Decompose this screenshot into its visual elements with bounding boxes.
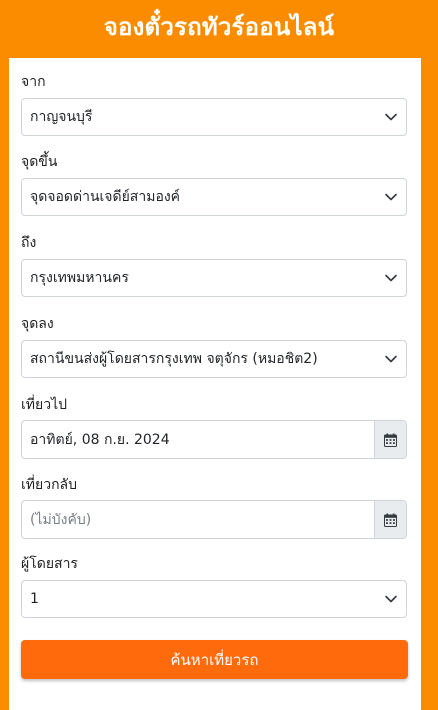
calendar-icon bbox=[384, 513, 397, 527]
depart-date-group bbox=[21, 420, 407, 459]
from-select-value: กาญจนบุรี bbox=[30, 109, 93, 125]
boarding-select-value: จุดจอดด่านเจดีย์สามองค์ bbox=[30, 189, 181, 205]
return-calendar-button[interactable] bbox=[374, 501, 406, 538]
depart-label: เที่ยวไป bbox=[21, 397, 68, 413]
passengers-select[interactable]: 1 bbox=[21, 580, 407, 618]
depart-date-input[interactable] bbox=[22, 421, 377, 458]
search-trips-button[interactable]: ค้นหาเที่ยวรถ bbox=[21, 640, 408, 679]
depart-calendar-button[interactable] bbox=[374, 421, 406, 458]
booking-form: จาก กาญจนบุรี จุดขึ้น จุดจอดด่านเจดีย์สา… bbox=[9, 58, 421, 710]
chevron-down-icon bbox=[385, 193, 397, 201]
return-date-group bbox=[21, 500, 407, 539]
boarding-select[interactable]: จุดจอดด่านเจดีย์สามองค์ bbox=[21, 178, 407, 216]
return-label: เที่ยวกลับ bbox=[21, 477, 78, 493]
dropoff-select[interactable]: สถานีขนส่งผู้โดยสารกรุงเทพ จตุจักร (หมอช… bbox=[21, 340, 407, 378]
to-select-value: กรุงเทพมหานคร bbox=[30, 270, 129, 286]
calendar-icon bbox=[384, 433, 397, 447]
from-select[interactable]: กาญจนบุรี bbox=[21, 98, 407, 136]
chevron-down-icon bbox=[385, 274, 397, 282]
return-date-input[interactable] bbox=[22, 501, 377, 538]
passengers-label: ผู้โดยสาร bbox=[21, 556, 78, 572]
chevron-down-icon bbox=[385, 355, 397, 363]
boarding-label: จุดขึ้น bbox=[21, 154, 58, 170]
passengers-select-value: 1 bbox=[30, 591, 39, 607]
chevron-down-icon bbox=[385, 113, 397, 121]
page-title: จองตั๋วรถทัวร์ออนไลน์ bbox=[103, 12, 335, 41]
to-select[interactable]: กรุงเทพมหานคร bbox=[21, 259, 407, 297]
chevron-down-icon bbox=[385, 595, 397, 603]
page-header: จองตั๋วรถทัวร์ออนไลน์ bbox=[0, 0, 438, 52]
dropoff-select-value: สถานีขนส่งผู้โดยสารกรุงเทพ จตุจักร (หมอช… bbox=[30, 351, 318, 367]
dropoff-label: จุดลง bbox=[21, 316, 54, 332]
to-label: ถึง bbox=[21, 235, 37, 251]
from-label: จาก bbox=[21, 74, 46, 90]
